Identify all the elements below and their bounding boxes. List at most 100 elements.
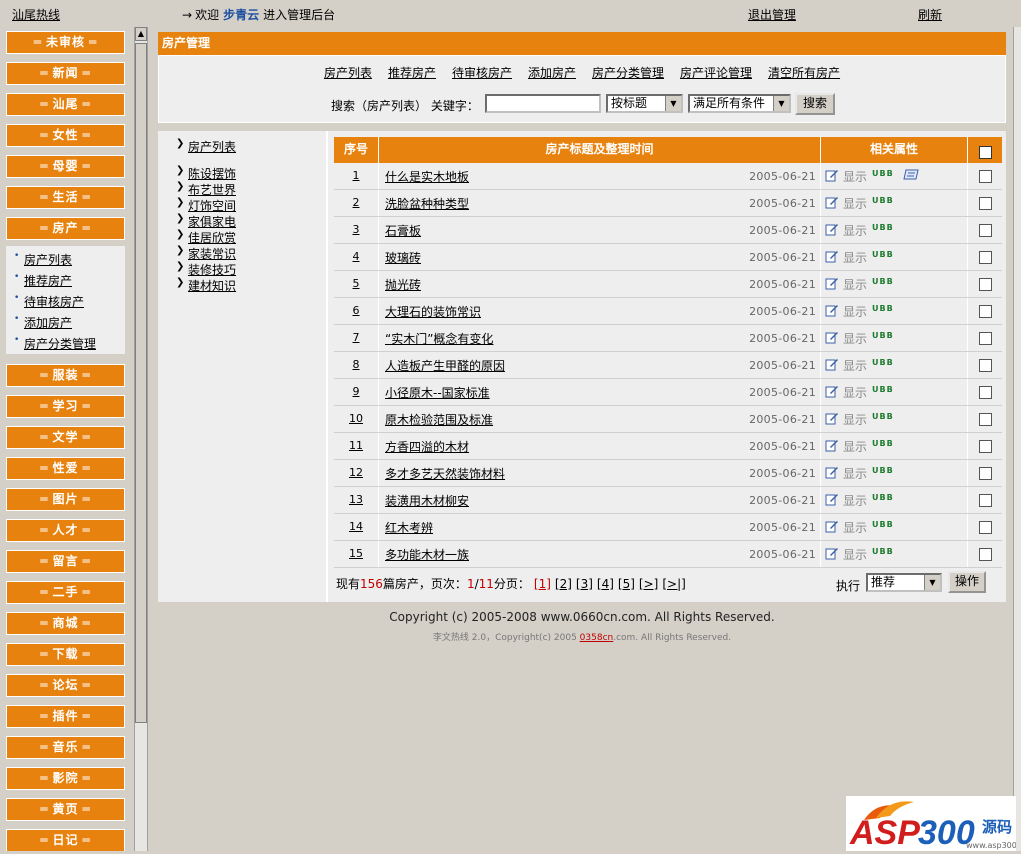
search-input[interactable] xyxy=(485,94,601,113)
row-title-link[interactable]: 原木检验范围及标准 xyxy=(385,411,493,428)
row-number-link[interactable]: 7 xyxy=(353,331,360,344)
edit-icon[interactable] xyxy=(825,492,839,506)
show-label[interactable]: 显示 xyxy=(843,438,867,455)
search-field-select[interactable]: 按标题 ▼ xyxy=(606,94,683,113)
show-label[interactable]: 显示 xyxy=(843,195,867,212)
category-link-4[interactable]: ❯ 家俱家电 xyxy=(176,213,236,230)
row-title-link[interactable]: 人造板产生甲醛的原因 xyxy=(385,357,505,374)
sidebar-sub-item-0[interactable]: • 房产列表 xyxy=(14,251,72,268)
comment-icon[interactable] xyxy=(903,169,919,180)
row-number[interactable]: 14 xyxy=(334,514,379,540)
row-number-link[interactable]: 15 xyxy=(349,547,363,560)
row-checkbox[interactable] xyxy=(978,359,992,372)
sidebar-category-b7[interactable]: ═ 二手 ═ xyxy=(6,581,125,604)
row-number[interactable]: 3 xyxy=(334,217,379,243)
row-number-link[interactable]: 1 xyxy=(353,169,360,182)
row-checkbox[interactable] xyxy=(978,332,992,345)
sidebar-category-3[interactable]: ═ 女性 ═ xyxy=(6,124,125,147)
sidebar-category-b14[interactable]: ═ 黄页 ═ xyxy=(6,798,125,821)
row-number[interactable]: 8 xyxy=(334,352,379,378)
sidebar-category-2[interactable]: ═ 汕尾 ═ xyxy=(6,93,125,116)
row-title-link[interactable]: 多才多艺天然装饰材料 xyxy=(385,465,505,482)
category-link-2[interactable]: ❯ 布艺世界 xyxy=(176,181,236,198)
row-number-link[interactable]: 3 xyxy=(353,223,360,236)
show-label[interactable]: 显示 xyxy=(843,222,867,239)
edit-icon[interactable] xyxy=(825,546,839,560)
row-number[interactable]: 1 xyxy=(334,163,379,189)
edit-icon[interactable] xyxy=(825,384,839,398)
row-number[interactable]: 2 xyxy=(334,190,379,216)
nav-link-6[interactable]: 清空所有房产 xyxy=(768,66,840,80)
row-checkbox[interactable] xyxy=(978,521,992,534)
row-number-link[interactable]: 9 xyxy=(353,385,360,398)
row-title-link[interactable]: 方香四溢的木材 xyxy=(385,438,469,455)
sidebar-sub-item-1[interactable]: • 推荐房产 xyxy=(14,272,72,289)
show-label[interactable]: 显示 xyxy=(843,465,867,482)
row-checkbox[interactable] xyxy=(978,440,992,453)
category-link-0[interactable]: ❯ 房产列表 xyxy=(176,138,236,155)
row-number[interactable]: 9 xyxy=(334,379,379,405)
nav-link-0[interactable]: 房产列表 xyxy=(324,66,372,80)
row-checkbox[interactable] xyxy=(978,386,992,399)
select-all-checkbox[interactable] xyxy=(978,146,992,159)
row-title-link[interactable]: 红木考辨 xyxy=(385,519,433,536)
sidebar-category-b12[interactable]: ═ 音乐 ═ xyxy=(6,736,125,759)
show-label[interactable]: 显示 xyxy=(843,249,867,266)
edit-icon[interactable] xyxy=(825,222,839,236)
edit-icon[interactable] xyxy=(825,438,839,452)
category-link-7[interactable]: ❯ 装修技巧 xyxy=(176,261,236,278)
search-button[interactable]: 搜索 xyxy=(795,93,835,115)
sidebar-category-b10[interactable]: ═ 论坛 ═ xyxy=(6,674,125,697)
chevron-down-icon[interactable]: ▼ xyxy=(665,96,681,111)
edit-icon[interactable] xyxy=(825,249,839,263)
row-title-link[interactable]: 玻璃砖 xyxy=(385,249,421,266)
sidebar-category-b2[interactable]: ═ 文学 ═ xyxy=(6,426,125,449)
sidebar-sub-item-2[interactable]: • 待审核房产 xyxy=(14,293,84,310)
category-link-6[interactable]: ❯ 家装常识 xyxy=(176,245,236,262)
row-checkbox[interactable] xyxy=(978,548,992,561)
row-title-link[interactable]: 抛光砖 xyxy=(385,276,421,293)
row-number-link[interactable]: 14 xyxy=(349,520,363,533)
row-checkbox[interactable] xyxy=(978,197,992,210)
row-number-link[interactable]: 13 xyxy=(349,493,363,506)
row-number[interactable]: 15 xyxy=(334,541,379,567)
sidebar-category-6[interactable]: ═ 房产 ═ xyxy=(6,217,125,240)
main-scrollbar[interactable] xyxy=(1013,27,1021,851)
sidebar-category-b9[interactable]: ═ 下载 ═ xyxy=(6,643,125,666)
show-label[interactable]: 显示 xyxy=(843,519,867,536)
edit-icon[interactable] xyxy=(825,330,839,344)
edit-icon[interactable] xyxy=(825,195,839,209)
sidebar-category-b8[interactable]: ═ 商城 ═ xyxy=(6,612,125,635)
row-title-link[interactable]: 大理石的装饰常识 xyxy=(385,303,481,320)
row-number[interactable]: 4 xyxy=(334,244,379,270)
page-link-6[interactable]: [>|] xyxy=(662,577,685,591)
show-label[interactable]: 显示 xyxy=(843,276,867,293)
row-title-link[interactable]: 小径原木--国家标准 xyxy=(385,384,490,401)
row-number[interactable]: 5 xyxy=(334,271,379,297)
edit-icon[interactable] xyxy=(825,303,839,317)
row-checkbox[interactable] xyxy=(978,170,992,183)
edit-icon[interactable] xyxy=(825,465,839,479)
show-label[interactable]: 显示 xyxy=(843,492,867,509)
row-title-link[interactable]: 什么是实木地板 xyxy=(385,168,469,185)
sidebar-category-b6[interactable]: ═ 留言 ═ xyxy=(6,550,125,573)
action-select[interactable]: 推荐 ▼ xyxy=(866,573,942,592)
row-checkbox[interactable] xyxy=(978,278,992,291)
row-number-link[interactable]: 12 xyxy=(349,466,363,479)
row-number-link[interactable]: 4 xyxy=(353,250,360,263)
page-link-0[interactable]: [1] xyxy=(534,577,551,591)
show-label[interactable]: 显示 xyxy=(843,384,867,401)
sidebar-category-b4[interactable]: ═ 图片 ═ xyxy=(6,488,125,511)
row-number-link[interactable]: 2 xyxy=(353,196,360,209)
logout-link[interactable]: 退出管理 xyxy=(748,6,796,23)
row-number[interactable]: 12 xyxy=(334,460,379,486)
edit-icon[interactable] xyxy=(825,168,839,182)
edit-icon[interactable] xyxy=(825,276,839,290)
row-number[interactable]: 6 xyxy=(334,298,379,324)
row-number-link[interactable]: 8 xyxy=(353,358,360,371)
row-number[interactable]: 7 xyxy=(334,325,379,351)
nav-link-2[interactable]: 待审核房产 xyxy=(452,66,512,80)
row-checkbox[interactable] xyxy=(978,494,992,507)
show-label[interactable]: 显示 xyxy=(843,411,867,428)
sidebar-category-b13[interactable]: ═ 影院 ═ xyxy=(6,767,125,790)
